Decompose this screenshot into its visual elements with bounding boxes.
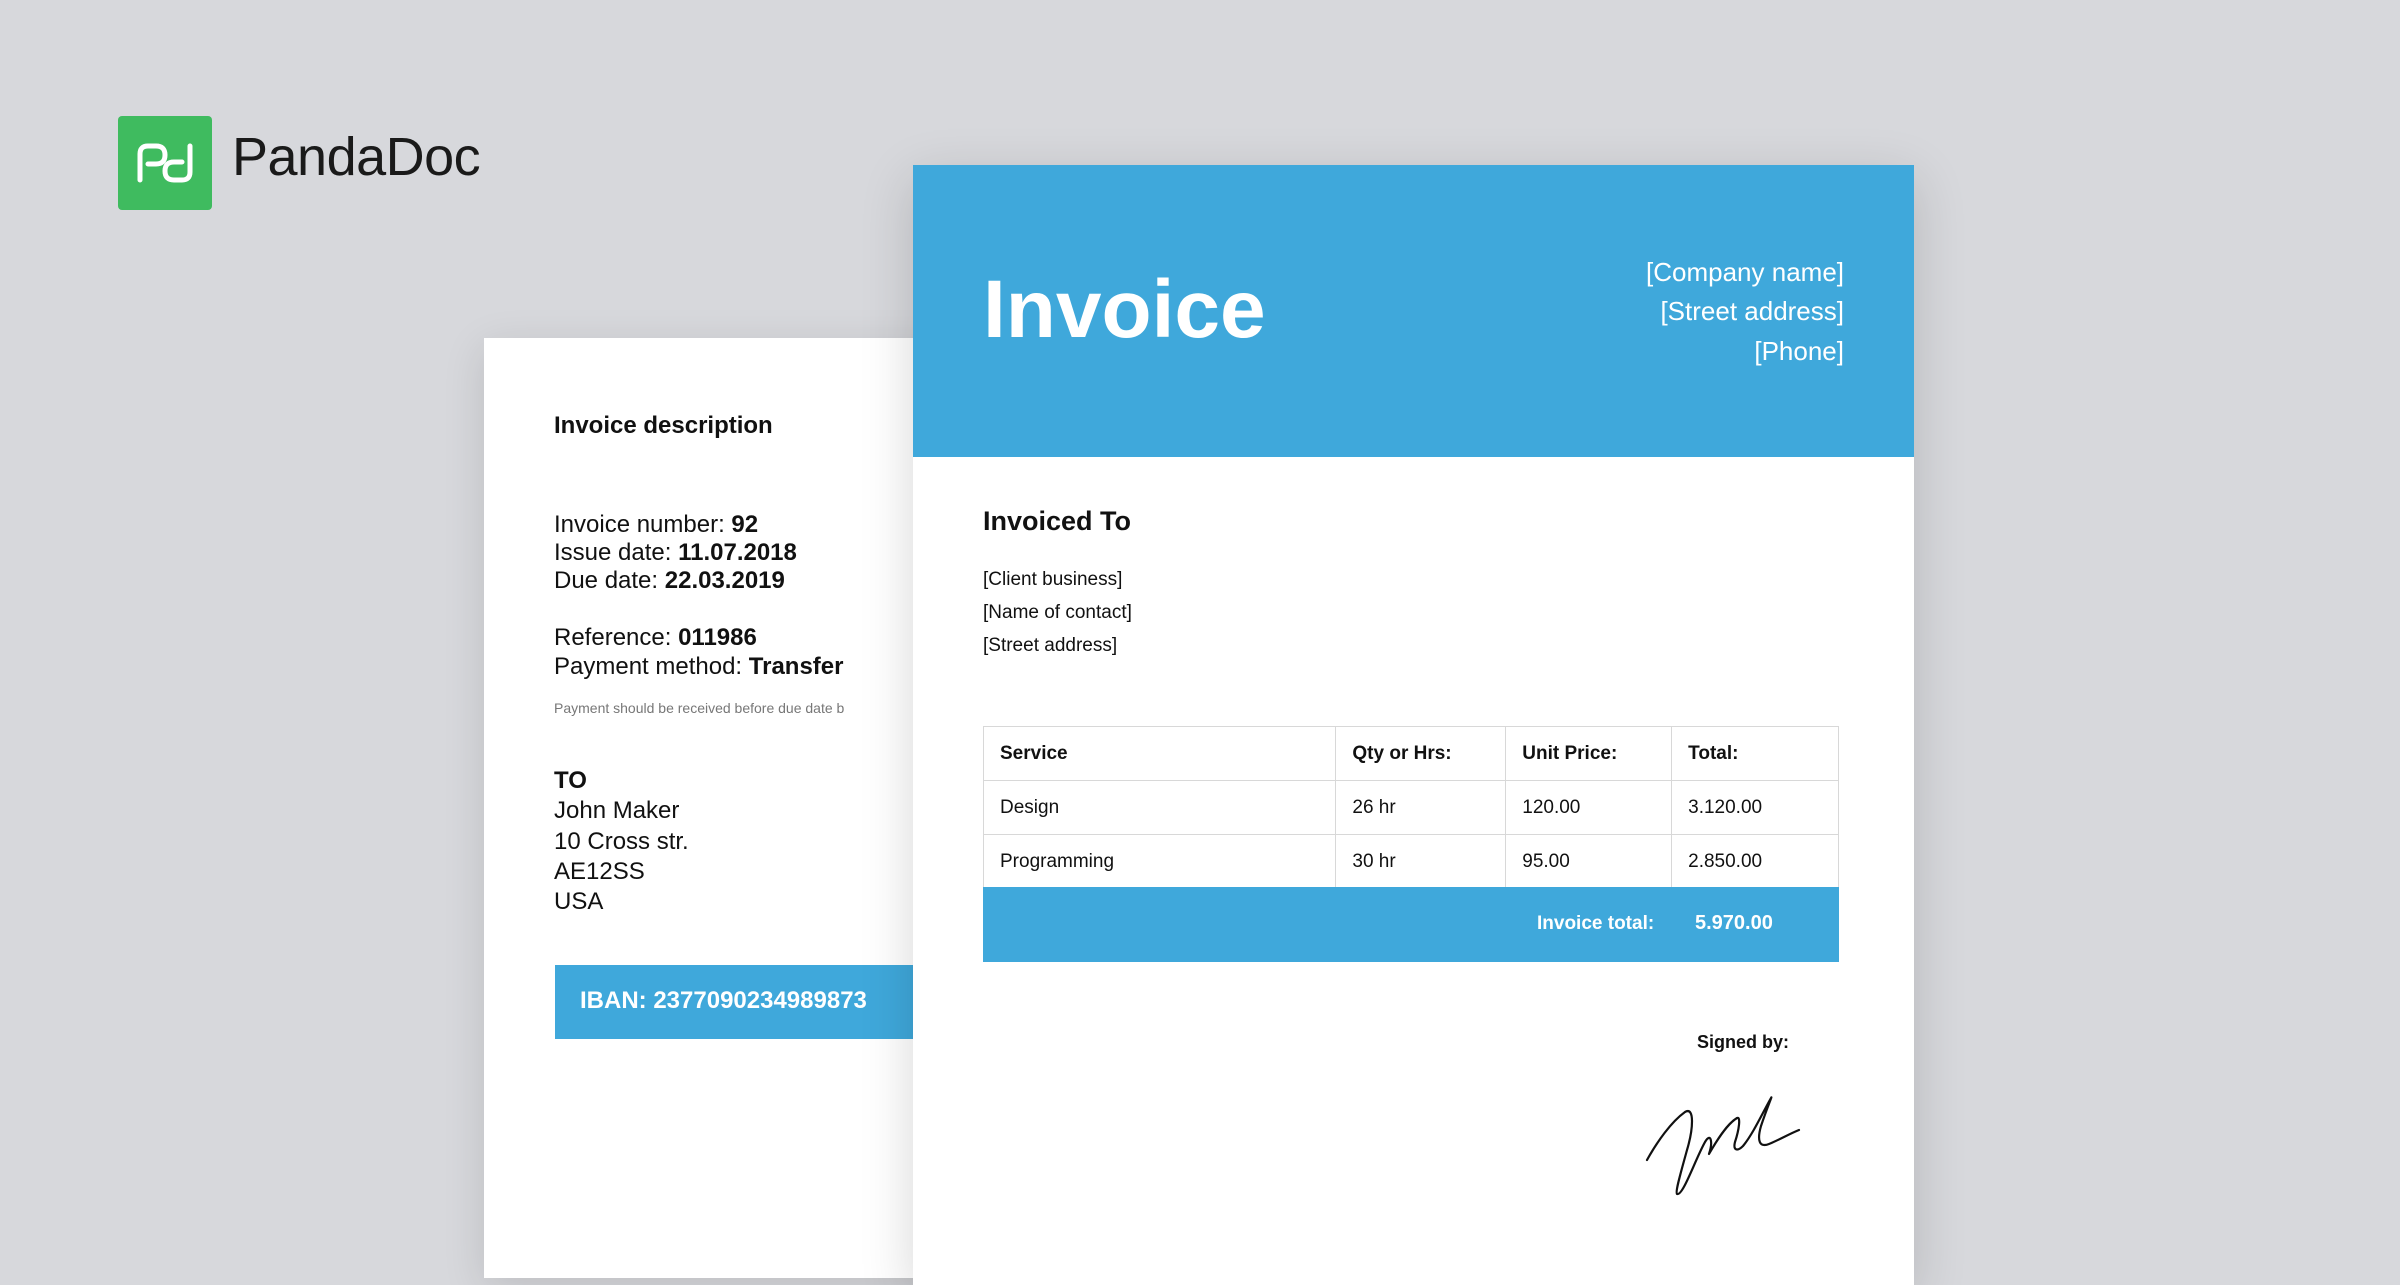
client-street: [Street address] bbox=[983, 635, 1118, 656]
to-label: TO bbox=[554, 767, 587, 794]
invoice-header-band: Invoice [Company name] [Street address] … bbox=[913, 165, 1914, 457]
qty-cell: 26 hr bbox=[1335, 780, 1507, 835]
issue-date-label: Issue date: bbox=[554, 539, 679, 566]
reference-label: Reference: bbox=[554, 624, 679, 651]
total-cell: 3.120.00 bbox=[1671, 780, 1839, 835]
pandadoc-logo-icon bbox=[118, 116, 212, 210]
issue-date-value: 11.07.2018 bbox=[678, 539, 797, 566]
unit-price-cell: 120.00 bbox=[1505, 780, 1673, 835]
invoice-title: Invoice bbox=[983, 264, 1266, 355]
table-row: Design 26 hr 120.00 3.120.00 bbox=[982, 780, 1839, 835]
invoice-front-page: Invoice [Company name] [Street address] … bbox=[913, 165, 1914, 1285]
recipient-name: John Maker bbox=[554, 797, 680, 824]
company-street: [Street address] bbox=[1660, 296, 1844, 326]
unit-price-cell: 95.00 bbox=[1505, 834, 1673, 889]
client-business: [Client business] bbox=[983, 569, 1123, 590]
brand-name: PandaDoc bbox=[232, 127, 481, 187]
recipient-country: USA bbox=[554, 888, 604, 915]
due-date-line: Due date: 22.03.2019 bbox=[554, 567, 785, 596]
client-contact: [Name of contact] bbox=[983, 602, 1132, 623]
iban-text: IBAN: 2377090234989873 bbox=[580, 987, 867, 1014]
service-cell: Design bbox=[982, 780, 1337, 835]
service-cell: Programming bbox=[982, 834, 1337, 889]
invoice-total-bar: Invoice total: 5.970.00 bbox=[983, 887, 1839, 962]
payment-method-value: Transfer bbox=[748, 653, 844, 680]
invoice-number-line: Invoice number: 92 bbox=[554, 511, 758, 540]
invoice-number-label: Invoice number: bbox=[554, 511, 732, 538]
table-row: Programming 30 hr 95.00 2.850.00 bbox=[982, 834, 1839, 889]
payment-method-line: Payment method: Transfer bbox=[554, 653, 843, 682]
service-header: Service bbox=[982, 726, 1337, 781]
recipient-street: 10 Cross str. bbox=[554, 828, 689, 855]
qty-header: Qty or Hrs: bbox=[1335, 726, 1507, 781]
invoice-total-value: 5.970.00 bbox=[1695, 912, 1773, 934]
reference-value: 011986 bbox=[678, 624, 757, 651]
company-name: [Company name] bbox=[1646, 257, 1844, 287]
unit-price-header: Unit Price: bbox=[1505, 726, 1673, 781]
payment-method-label: Payment method: bbox=[554, 653, 749, 680]
invoiced-to-label: Invoiced To bbox=[983, 506, 1132, 536]
invoice-number-value: 92 bbox=[731, 511, 759, 538]
signature-image bbox=[1645, 1096, 1801, 1196]
invoice-description-title: Invoice description bbox=[554, 412, 773, 439]
invoice-total-label: Invoice total: bbox=[1537, 913, 1655, 934]
reference-line: Reference: 011986 bbox=[554, 624, 757, 653]
total-header: Total: bbox=[1671, 726, 1839, 781]
company-phone: [Phone] bbox=[1754, 336, 1844, 366]
total-cell: 2.850.00 bbox=[1671, 834, 1839, 889]
table-header-row: Service Qty or Hrs: Unit Price: Total: bbox=[982, 726, 1839, 781]
signed-by-label: Signed by: bbox=[1697, 1032, 1790, 1052]
issue-date-line: Issue date: 11.07.2018 bbox=[554, 539, 797, 568]
due-date-value: 22.03.2019 bbox=[664, 567, 785, 594]
due-date-label: Due date: bbox=[554, 567, 665, 594]
payment-note: Payment should be received before due da… bbox=[554, 700, 845, 716]
services-table: Service Qty or Hrs: Unit Price: Total: D… bbox=[982, 726, 1839, 889]
recipient-postcode: AE12SS bbox=[554, 858, 645, 885]
pd-glyph-icon bbox=[137, 143, 193, 183]
qty-cell: 30 hr bbox=[1335, 834, 1507, 889]
